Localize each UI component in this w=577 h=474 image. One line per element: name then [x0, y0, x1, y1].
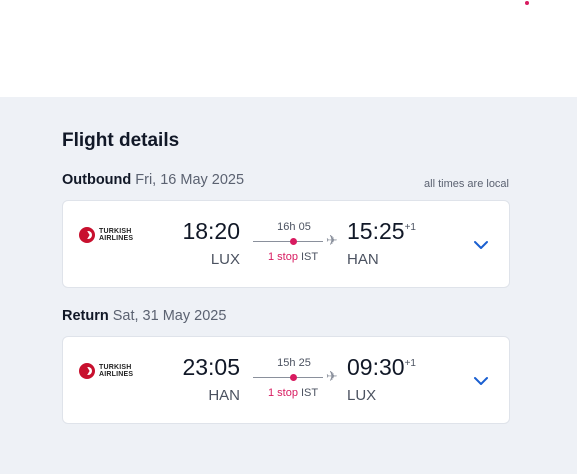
header-area: [0, 0, 577, 97]
stop-dot: [290, 238, 297, 245]
outbound-flight-card[interactable]: TURKISH AIRLINES 18:20 LUX 16h 05 ✈ 1 st…: [62, 200, 510, 288]
return-date: Sat, 31 May 2025: [112, 308, 227, 324]
departure-time: 23:05: [182, 354, 240, 380]
stop-airport: IST: [300, 387, 319, 399]
stop-count: 1 stop: [268, 387, 298, 399]
airline-name-line1: TURKISH: [99, 363, 132, 371]
stops-info: 1 stop IST: [268, 251, 318, 263]
stop-airport: IST: [300, 251, 319, 263]
day-offset: +1: [404, 358, 416, 369]
outbound-header: Outbound Fri, 16 May 2025: [62, 172, 244, 188]
arrival-time: 09:30+1: [347, 354, 416, 381]
chevron-down-icon[interactable]: [473, 237, 489, 253]
plane-icon: ✈: [326, 368, 338, 384]
return-header: Return Sat, 31 May 2025: [62, 308, 226, 324]
arrival-time-value: 15:25: [347, 218, 405, 244]
plane-icon: ✈: [326, 232, 338, 248]
airline-logo: TURKISH AIRLINES: [79, 363, 133, 379]
departure-airport-code: LUX: [210, 251, 240, 268]
route-line: [253, 377, 323, 378]
local-times-note: all times are local: [424, 178, 509, 190]
page-title: Flight details: [62, 130, 180, 151]
departure-time: 18:20: [182, 218, 240, 244]
stops-info: 1 stop IST: [268, 387, 318, 399]
return-label: Return: [62, 308, 109, 324]
airline-name-line2: AIRLINES: [99, 235, 134, 242]
turkish-airlines-logo-icon: [79, 227, 95, 243]
airline-logo: TURKISH AIRLINES: [79, 227, 133, 243]
stop-count: 1 stop: [268, 251, 298, 263]
chevron-down-icon[interactable]: [473, 373, 489, 389]
route-line: [253, 241, 323, 242]
notification-dot: [525, 1, 529, 5]
airline-name-line1: TURKISH: [99, 227, 132, 235]
outbound-label: Outbound: [62, 172, 132, 188]
stop-dot: [290, 374, 297, 381]
airline-name-line2: AIRLINES: [99, 371, 134, 378]
day-offset: +1: [404, 222, 416, 233]
arrival-airport-code: LUX: [347, 387, 377, 404]
arrival-time-value: 09:30: [347, 354, 405, 380]
outbound-date: Fri, 16 May 2025: [135, 172, 245, 188]
arrival-time: 15:25+1: [347, 218, 416, 245]
turkish-airlines-logo-icon: [79, 363, 95, 379]
return-flight-card[interactable]: TURKISH AIRLINES 23:05 HAN 15h 25 ✈ 1 st…: [62, 336, 510, 424]
departure-airport-code: HAN: [208, 387, 240, 404]
arrival-airport-code: HAN: [347, 251, 379, 268]
